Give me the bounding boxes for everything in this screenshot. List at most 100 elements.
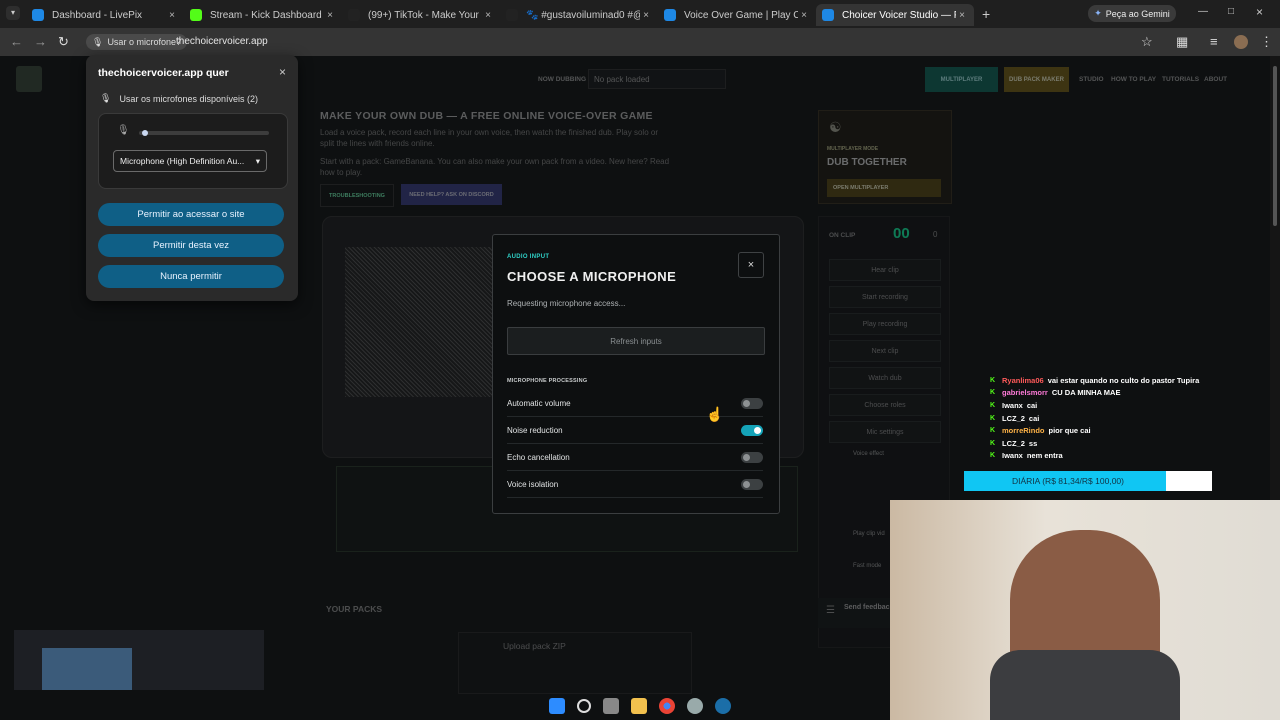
tab-title: 🐾 #gustavoiluminad0 #@: [526, 9, 640, 21]
permission-title: thechoicervoicer.app quer: [98, 67, 229, 79]
tab-list-icon[interactable]: ≡: [1210, 34, 1218, 49]
gemini-label: Peça ao Gemini: [1105, 8, 1170, 19]
upload-pack-zone[interactable]: Upload pack ZIP: [458, 632, 692, 694]
chat-user: Iwanx: [1002, 451, 1023, 461]
never-allow-button[interactable]: Nunca permitir: [98, 265, 284, 288]
pack-select[interactable]: No pack loaded: [588, 69, 726, 89]
stream-chat-overlay: K Ryanlima06 vai estar quando no culto do …: [990, 374, 1230, 462]
webcam-shirt: [990, 650, 1180, 720]
window-close-button[interactable]: ×: [1256, 5, 1263, 19]
kick-icon: K: [990, 427, 996, 435]
mic-device-select[interactable]: Microphone (High Definition Au... ▾: [113, 150, 267, 172]
tab-favicon: [664, 9, 676, 21]
toggle-row: Noise reduction: [507, 417, 763, 444]
discord-button[interactable]: NEED HELP? ASK ON DISCORD: [401, 184, 502, 205]
discord-label: NEED HELP? ASK ON DISCORD: [409, 191, 494, 198]
side-action-button[interactable]: Next clip: [829, 340, 941, 362]
clip-total: 0: [933, 230, 938, 239]
windows-start-icon[interactable]: [549, 698, 565, 714]
steam-icon[interactable]: [715, 698, 731, 714]
nav-how-to-play[interactable]: HOW TO PLAY: [1111, 76, 1156, 83]
tab-search-button[interactable]: ▾: [6, 6, 20, 20]
never-allow-label: Nunca permitir: [160, 271, 222, 282]
dub-pack-maker-button[interactable]: DUB PACK MAKER: [1004, 67, 1069, 92]
feedback-label: Send feedback: [844, 604, 894, 611]
tab-1[interactable]: Stream - Kick Dashboard ×: [184, 4, 342, 26]
mic-permission-chip[interactable]: 🎙 Usar o microfone?: [86, 34, 187, 50]
site-intro: Load a voice pack, record each line in y…: [320, 128, 658, 148]
allow-this-time-button[interactable]: Permitir desta vez: [98, 234, 284, 257]
tab-close-icon[interactable]: ×: [798, 10, 810, 21]
webcam-overlay: [890, 500, 1280, 720]
side-action-button[interactable]: Watch dub: [829, 367, 941, 389]
clip-count: 00: [893, 225, 910, 242]
tab-favicon: [190, 9, 202, 21]
scrollbar-thumb[interactable]: [1273, 66, 1277, 226]
tab-favicon: [506, 9, 518, 21]
allow-on-visit-label: Permitir ao acessar o site: [137, 209, 245, 220]
toggle-switch[interactable]: [741, 397, 763, 409]
tab-close-icon[interactable]: ×: [640, 10, 652, 21]
back-icon[interactable]: ←: [10, 34, 23, 49]
search-icon[interactable]: [577, 699, 591, 713]
new-tab-button[interactable]: +: [982, 6, 990, 22]
chat-text: cai: [1028, 413, 1040, 423]
side-action-button[interactable]: Mic settings: [829, 421, 941, 443]
nav-studio[interactable]: STUDIO: [1079, 76, 1104, 83]
tab-close-icon[interactable]: ×: [482, 10, 494, 21]
side-action-label: Watch dub: [868, 374, 902, 382]
tab-3[interactable]: 🐾 #gustavoiluminad0 #@ ×: [500, 4, 658, 26]
side-action-button[interactable]: Hear clip: [829, 259, 941, 281]
gemini-button[interactable]: ✦ Peça ao Gemini: [1088, 5, 1176, 22]
upload-pack-label: Upload pack ZIP: [503, 641, 566, 651]
multiplayer-nav-button[interactable]: MULTIPLAYER: [925, 67, 998, 92]
tab-close-icon[interactable]: ×: [956, 10, 968, 21]
troubleshooting-button[interactable]: TROUBLESHOOTING: [320, 184, 394, 207]
forward-icon[interactable]: →: [34, 34, 47, 49]
profile-avatar[interactable]: [1234, 35, 1248, 49]
toggle-row: Voice isolation: [507, 471, 763, 498]
chat-text: nem entra: [1026, 451, 1063, 461]
reload-icon[interactable]: ↻: [58, 34, 69, 50]
mic-device-value: Microphone (High Definition Au...: [120, 156, 245, 166]
open-multiplayer-button[interactable]: OPEN MULTIPLAYER: [827, 179, 941, 197]
toggle-switch[interactable]: [741, 451, 763, 463]
side-action-label: Mic settings: [866, 428, 904, 436]
video-noise: [345, 247, 495, 397]
toggle-knob: [743, 399, 750, 407]
clip-label: ON CLIP: [829, 232, 856, 239]
permission-close-icon[interactable]: ×: [279, 65, 286, 79]
refresh-inputs-button[interactable]: Refresh inputs: [507, 327, 765, 355]
tab-5[interactable]: Choicer Voicer Studio — Free O×: [816, 4, 974, 26]
file-explorer-icon[interactable]: [631, 698, 647, 714]
minimize-button[interactable]: —: [1198, 6, 1208, 17]
tab-close-icon[interactable]: ×: [324, 10, 336, 21]
tab-0[interactable]: Dashboard - LivePix ×: [26, 4, 184, 26]
toggle-switch[interactable]: [741, 424, 763, 436]
tab-title: Voice Over Game | Play Choicer: [684, 9, 798, 21]
modal-close-button[interactable]: ×: [738, 252, 764, 278]
maximize-button[interactable]: □: [1228, 6, 1234, 17]
allow-on-visit-button[interactable]: Permitir ao acessar o site: [98, 203, 284, 226]
toggle-switch[interactable]: [741, 478, 763, 490]
nav-tutorials[interactable]: TUTORIALS: [1162, 76, 1199, 83]
side-action-button[interactable]: Choose roles: [829, 394, 941, 416]
tab-2[interactable]: (99+) TikTok - Make Your Day×: [342, 4, 500, 26]
mic-access-status: Requesting microphone access...: [507, 299, 626, 308]
chrome-icon[interactable]: [659, 698, 675, 714]
browser-menu-icon[interactable]: ⋮: [1260, 34, 1273, 50]
task-view-icon[interactable]: [603, 698, 619, 714]
site-logo[interactable]: [16, 66, 42, 92]
tab-close-icon[interactable]: ×: [166, 10, 178, 21]
url-field[interactable]: thechoicervoicer.app: [176, 36, 268, 47]
choose-microphone-modal: AUDIO INPUT CHOOSE A MICROPHONE × Reques…: [492, 234, 780, 514]
bookmark-star-icon[interactable]: ☆: [1141, 34, 1153, 50]
settings-icon[interactable]: [687, 698, 703, 714]
side-action-button[interactable]: Play recording: [829, 313, 941, 335]
side-action-label: Play recording: [862, 320, 908, 328]
chat-message: Kgabrielsmorr CU DA MINHA MAE: [990, 387, 1230, 400]
side-action-button[interactable]: Start recording: [829, 286, 941, 308]
extensions-icon[interactable]: ▦: [1176, 34, 1188, 50]
nav-about[interactable]: ABOUT: [1204, 76, 1227, 83]
tab-4[interactable]: Voice Over Game | Play Choicer×: [658, 4, 816, 26]
